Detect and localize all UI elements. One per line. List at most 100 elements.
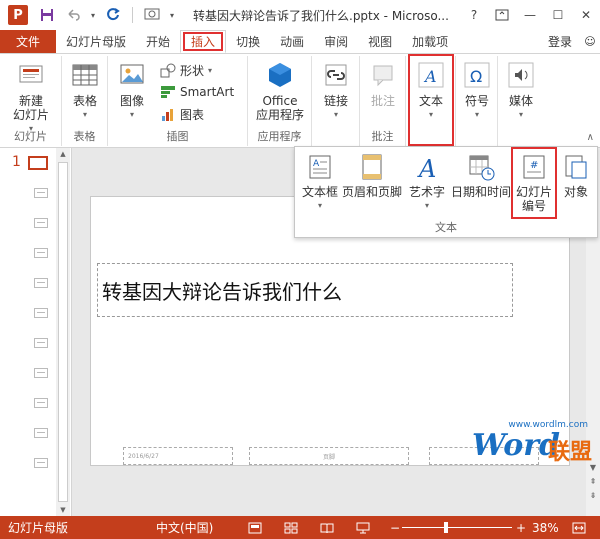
media-label: 媒体 [508, 94, 533, 108]
undo-icon[interactable] [62, 4, 84, 26]
ribbon: 新建 幻灯片 ▾ 幻灯片 表格 ▾ 表格 图像 ▾ 形状 ▾ SmartArt [0, 54, 600, 148]
scroll-up-icon[interactable]: ▲ [56, 148, 70, 160]
thumbnail-scrollbar[interactable]: ▲ ▼ [56, 148, 70, 516]
ribbon-display-icon[interactable] [488, 2, 516, 28]
chart-button[interactable]: 图表 [160, 106, 204, 123]
tab-transitions[interactable]: 切换 [226, 30, 270, 53]
next-slide-icon[interactable]: ⇟ [586, 488, 600, 502]
chevron-down-icon: ▾ [129, 110, 134, 119]
zoom-in-button[interactable]: + [516, 516, 526, 539]
object-button[interactable]: 对象 [557, 153, 595, 199]
layout-thumbnail[interactable] [34, 188, 48, 198]
zoom-slider[interactable] [402, 527, 512, 528]
chart-label: 图表 [180, 108, 205, 122]
group-links: 链接 ▾ [312, 56, 360, 146]
reading-view-icon[interactable] [320, 516, 334, 539]
office-apps-button[interactable]: Office 应用程序 [250, 60, 310, 122]
layout-thumbnail[interactable] [34, 308, 48, 318]
object-label: 对象 [563, 185, 588, 199]
zoom-out-button[interactable]: − [390, 516, 400, 539]
image-label: 图像 [119, 94, 144, 108]
login-link[interactable]: 登录 [540, 30, 580, 53]
omega-icon: Ω [464, 62, 490, 88]
tab-addins[interactable]: 加载项 [402, 30, 458, 53]
group-illustrations: 图像 ▾ 形状 ▾ SmartArt 图表 插图 [108, 56, 248, 146]
tab-file[interactable]: 文件 [0, 30, 57, 53]
links-button[interactable]: 链接 ▾ [316, 60, 356, 122]
start-from-beginning-icon[interactable] [141, 4, 163, 26]
date-placeholder[interactable]: 2016/6/27 [123, 447, 233, 465]
normal-view-icon[interactable] [248, 516, 262, 539]
header-footer-button[interactable]: 页眉和页脚 [341, 153, 403, 199]
tab-animations[interactable]: 动画 [270, 30, 314, 53]
layout-thumbnail[interactable] [34, 428, 48, 438]
undo-dropdown-icon[interactable]: ▾ [88, 4, 98, 26]
watermark-word: Word [472, 428, 561, 463]
slideshow-icon[interactable] [356, 516, 370, 539]
comment-icon [373, 65, 393, 87]
chevron-down-icon: ▾ [424, 201, 429, 210]
smartart-button[interactable]: SmartArt [160, 84, 234, 100]
layout-thumbnail[interactable] [34, 278, 48, 288]
chevron-down-icon: ▾ [317, 201, 322, 210]
collapse-ribbon-button[interactable]: ∧ [587, 132, 594, 143]
chart-icon [162, 108, 173, 121]
textbox-button[interactable]: A 文本框 ▾ [299, 153, 341, 213]
customize-qat-icon[interactable]: ▾ [167, 4, 177, 26]
layout-thumbnail[interactable] [34, 248, 48, 258]
powerpoint-app-icon[interactable]: P [8, 5, 28, 25]
minimize-button[interactable]: — [516, 2, 544, 28]
layout-thumbnail[interactable] [34, 218, 48, 228]
layout-thumbnail[interactable] [34, 338, 48, 348]
master-thumbnail[interactable] [28, 156, 48, 170]
layout-thumbnail[interactable] [34, 398, 48, 408]
watermark-logo: www.wordlm.com Word 联盟 [468, 420, 594, 466]
maximize-button[interactable]: ☐ [544, 2, 572, 28]
group-apps: Office 应用程序 应用程序 [248, 56, 312, 146]
comment-button[interactable]: 批注 [364, 60, 402, 108]
scroll-down-icon[interactable]: ▼ [56, 504, 70, 516]
user-icon[interactable]: ☺ [580, 30, 600, 53]
speaker-icon [508, 62, 534, 88]
layout-thumbnail[interactable] [34, 368, 48, 378]
zoom-level[interactable]: 38% [532, 516, 559, 539]
image-button[interactable]: 图像 ▾ [112, 60, 152, 122]
title-placeholder[interactable]: 转基因大辩论告诉我们什么 [97, 263, 513, 317]
tab-view[interactable]: 视图 [358, 30, 402, 53]
svg-text:A: A [417, 155, 436, 181]
wordart-label: 艺术字 [408, 185, 445, 199]
fit-slide-icon[interactable] [572, 516, 586, 539]
smartart-label: SmartArt [180, 85, 235, 99]
text-button-highlight [408, 54, 454, 146]
tab-home[interactable]: 开始 [136, 30, 180, 53]
table-label: 表格 [72, 94, 97, 108]
view-mode-status: 幻灯片母版 [8, 521, 69, 535]
previous-slide-icon[interactable]: ⇞ [586, 474, 600, 488]
language-status[interactable]: 中文(中国) [156, 516, 213, 539]
media-button[interactable]: 媒体 ▾ [502, 60, 540, 122]
tab-slide-master[interactable]: 幻灯片母版 [56, 30, 136, 53]
symbols-button[interactable]: Ω 符号 ▾ [458, 60, 496, 122]
group-slides: 新建 幻灯片 ▾ 幻灯片 [0, 56, 62, 146]
tab-insert[interactable]: 插入 [180, 30, 227, 53]
symbols-label: 符号 [464, 94, 489, 108]
wordart-button[interactable]: A 艺术字 ▾ [405, 153, 449, 213]
save-icon[interactable] [36, 4, 58, 26]
close-button[interactable]: ✕ [572, 2, 600, 28]
redo-icon[interactable] [102, 4, 124, 26]
datetime-button[interactable]: 日期和时间 [449, 153, 513, 199]
shapes-button[interactable]: 形状 ▾ [160, 62, 212, 79]
layout-thumbnail[interactable] [34, 458, 48, 468]
footer-placeholder[interactable]: 页脚 [249, 447, 409, 465]
tab-review[interactable]: 审阅 [314, 30, 358, 53]
scrollbar-thumb[interactable] [58, 162, 68, 502]
help-button[interactable]: ? [460, 2, 488, 28]
table-button[interactable]: 表格 ▾ [66, 60, 104, 122]
slide-sorter-icon[interactable] [284, 516, 298, 539]
group-media: 媒体 ▾ [498, 56, 544, 146]
calendar-clock-icon [469, 155, 495, 181]
new-slide-icon [19, 65, 43, 83]
quick-access-toolbar: ▾ ▾ [36, 4, 177, 26]
new-slide-button[interactable]: 新建 幻灯片 ▾ [4, 60, 58, 136]
zoom-slider-handle[interactable] [444, 522, 448, 533]
